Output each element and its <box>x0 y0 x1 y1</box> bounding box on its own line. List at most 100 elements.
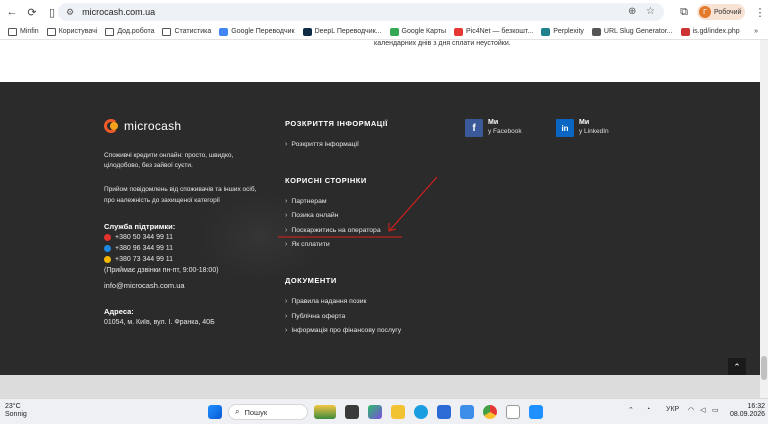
taskbar-search[interactable]: ⌕ Пошук <box>228 404 308 420</box>
file-explorer-icon[interactable] <box>391 405 405 419</box>
remote-desktop-icon[interactable] <box>460 405 474 419</box>
link-complain-operator[interactable]: › Поскаржитись на оператора <box>285 227 381 234</box>
scroll-to-top-button[interactable]: ⌃ <box>728 358 746 375</box>
bookmark-item[interactable]: Minfin <box>8 27 39 36</box>
browser-toolbar: ← ⟳ ▯ ⚙ microcash.com.ua ⊕ ☆ ⧉ Г Робочий… <box>0 0 768 24</box>
notification-bell-icon[interactable]: ◌ <box>758 406 762 413</box>
menu-icon[interactable]: ⋮ <box>752 4 768 20</box>
bookmark-label: Pic4Net — безкошт... <box>465 28 534 35</box>
link-financial-info[interactable]: › Інформація про фінансову послугу <box>285 327 401 334</box>
chevron-right-icon: › <box>285 241 288 248</box>
address-text: 01054, м. Київ, вул. І. Франка, 40Б <box>104 319 215 326</box>
avatar: Г <box>699 6 711 18</box>
email-link[interactable]: info@microcash.com.ua <box>104 281 185 291</box>
store-icon[interactable] <box>437 405 451 419</box>
link-how-to-pay[interactable]: › Як сплатити <box>285 241 330 248</box>
wifi-icon[interactable]: ◠ <box>688 406 694 414</box>
scrollbar-thumb[interactable] <box>761 356 767 380</box>
support-hours: (Приймає дзвінки пн-пт, 9:00-18:00) <box>104 267 219 274</box>
weather-widget[interactable]: 23°C Sonnig <box>5 403 27 419</box>
search-icon: ⌕ <box>235 407 240 416</box>
volume-icon[interactable]: ◁ <box>700 406 705 414</box>
folder-icon <box>46 27 56 36</box>
page-scrollbar[interactable] <box>760 40 768 398</box>
linkedin-icon: in <box>556 119 574 137</box>
about-text-2: цілодобово, без зайвої суєти. <box>104 162 193 169</box>
link-public-offer[interactable]: › Публічна оферта <box>285 313 345 320</box>
kyivstar-icon <box>104 245 111 252</box>
link-disclosure[interactable]: › Розкриття інформації <box>285 141 359 148</box>
edge-icon[interactable] <box>414 405 428 419</box>
bookmark-item[interactable]: DeepL Переводчик... <box>302 27 382 36</box>
bookmark-star-icon[interactable]: ☆ <box>646 6 655 17</box>
vodafone-icon <box>104 234 111 241</box>
notepad-icon[interactable] <box>506 405 520 419</box>
chrome-icon[interactable] <box>483 405 497 419</box>
facebook-subtitle: у Facebook <box>488 128 522 135</box>
link-loan-rules[interactable]: › Правила надання позик <box>285 298 366 305</box>
docs-heading: ДОКУМЕНТИ <box>285 276 337 285</box>
chevron-right-icon: › <box>285 212 288 219</box>
battery-icon[interactable]: ▭ <box>712 406 719 414</box>
chevron-right-icon: › <box>285 298 288 305</box>
task-view-icon[interactable] <box>345 405 359 419</box>
perplexity-icon <box>541 27 551 36</box>
linkedin-link[interactable]: in Ми у LinkedIn <box>556 119 609 137</box>
page-content-top: календарних днів з дня сплати неустойки. <box>0 40 760 82</box>
bookmark-label: URL Slug Generator... <box>603 28 673 35</box>
linkedin-subtitle: у LinkedIn <box>579 128 609 135</box>
folder-icon <box>105 27 115 36</box>
site-info-icon[interactable]: ⚙ <box>66 7 74 18</box>
folder-icon <box>8 27 17 36</box>
phone-kyivstar[interactable]: +380 96 344 99 11 <box>104 245 173 252</box>
page-content-bottom <box>0 375 760 398</box>
address-title: Адреса: <box>104 307 134 316</box>
bookmark-item[interactable]: Дод.робота <box>105 27 154 36</box>
bookmark-item[interactable]: URL Slug Generator... <box>591 27 673 36</box>
bookmark-item[interactable]: Статистика <box>162 27 212 36</box>
bookmark-item[interactable]: Google Переводчик <box>219 27 295 36</box>
phone-vodafone[interactable]: +380 50 344 99 11 <box>104 234 173 241</box>
lifecell-icon <box>104 256 111 263</box>
profile-button[interactable]: Г Робочий <box>697 4 745 20</box>
bookmark-item[interactable]: Користувачі <box>46 27 97 36</box>
language-indicator[interactable]: УКР <box>666 406 679 413</box>
about-text-1: Споживчі кредити онлайн: просто, швидко, <box>104 152 234 159</box>
address-bar[interactable]: ⚙ microcash.com.ua ⊕ ☆ <box>58 3 664 21</box>
notice-link-2[interactable]: про належність до захищеної категорії <box>104 196 220 206</box>
phone-lifecell[interactable]: +380 73 344 99 11 <box>104 256 173 263</box>
windows-start-icon[interactable] <box>208 405 222 419</box>
support-title: Служба підтримки: <box>104 222 176 231</box>
logo-text: microcash <box>124 119 182 133</box>
url-text[interactable]: microcash.com.ua <box>82 7 155 17</box>
bookmark-item[interactable]: Pic4Net — безкошт... <box>453 27 534 36</box>
facebook-link[interactable]: f Ми у Facebook <box>465 119 522 137</box>
linkedin-title: Ми <box>579 119 590 126</box>
bookmark-item[interactable]: Perplexity <box>541 27 584 36</box>
bookmark-label: Google Карты <box>401 28 446 35</box>
bookmark-item[interactable]: Google Карты <box>389 27 446 36</box>
snipping-tool-icon[interactable] <box>529 405 543 419</box>
extensions-icon[interactable]: ⧉ <box>676 4 692 20</box>
reload-icon[interactable]: ⟳ <box>24 4 40 20</box>
isgd-icon <box>680 27 690 36</box>
link-partners[interactable]: › Партнерам <box>285 198 327 205</box>
logo-mark-icon <box>104 119 122 133</box>
copilot-icon[interactable] <box>368 405 382 419</box>
link-loan-online[interactable]: › Позика онлайн <box>285 212 338 219</box>
search-highlight-icon[interactable] <box>314 405 336 419</box>
bookmarks-overflow-icon[interactable]: » <box>754 28 758 35</box>
bookmark-item[interactable]: is.gd/index.php <box>680 27 740 36</box>
truncated-text: календарних днів з дня сплати неустойки. <box>374 40 511 47</box>
bookmark-label: Minfin <box>20 28 39 35</box>
back-arrow-icon[interactable]: ← <box>4 4 20 20</box>
url-slug-icon <box>591 27 601 36</box>
zoom-icon[interactable]: ⊕ <box>628 6 636 17</box>
bookmark-label: Perplexity <box>553 28 584 35</box>
bookmark-label: Статистика <box>174 28 212 35</box>
weather-temp: 23°C <box>5 403 21 410</box>
notice-link-1[interactable]: Прийом повідомлень від споживачів та інш… <box>104 185 256 195</box>
tray-chevron-icon[interactable]: ⌃ <box>628 406 634 414</box>
site-logo[interactable]: microcash <box>104 119 181 133</box>
tray-app-icon[interactable]: ◔ <box>646 406 650 413</box>
